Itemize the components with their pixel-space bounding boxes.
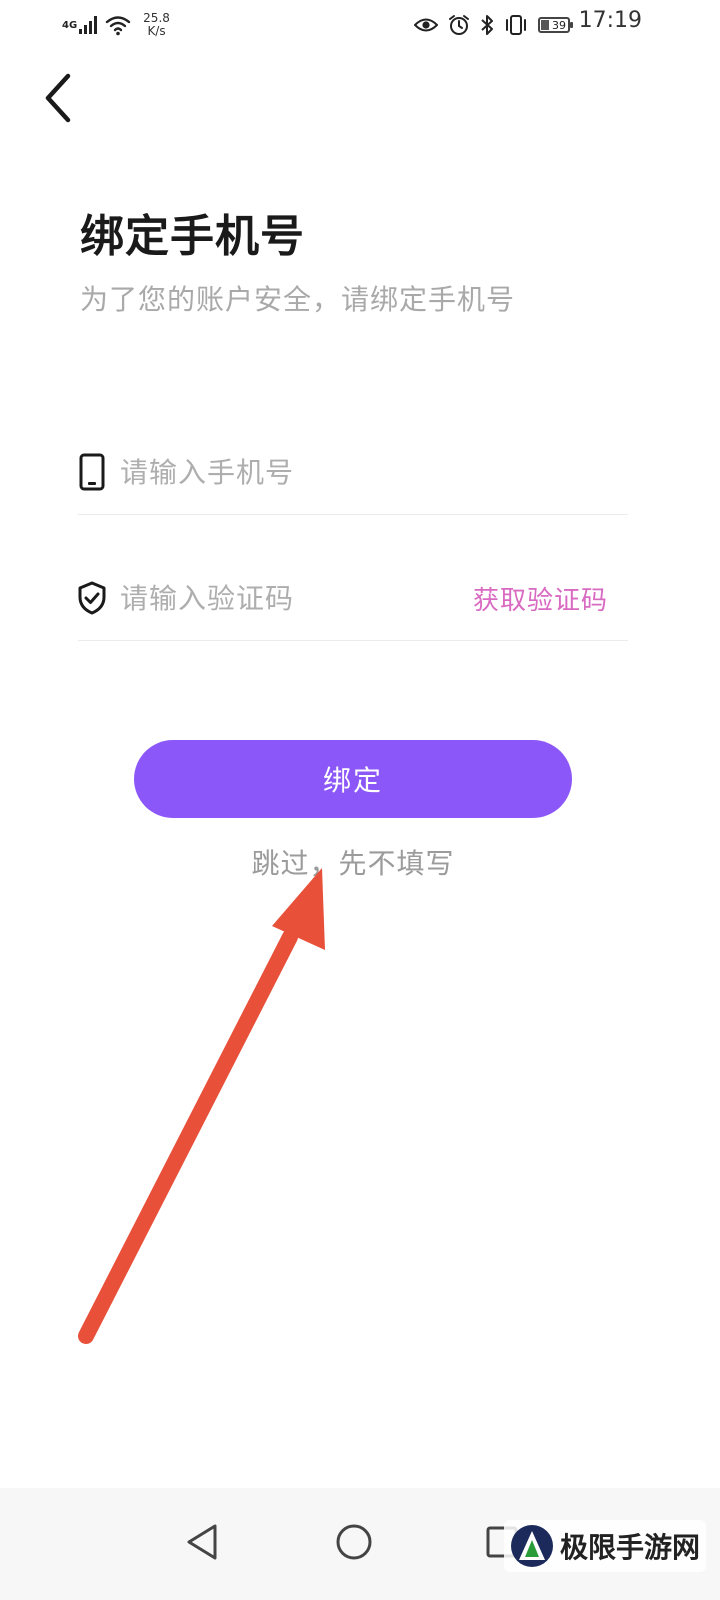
page-title: 绑定手机号 <box>80 211 305 262</box>
speed-unit: K/s <box>147 24 166 38</box>
status-bar: 4G 25.8 K/s 39 17:19 <box>0 0 720 48</box>
skip-link[interactable]: 跳过，先不填写 <box>0 842 706 882</box>
status-right: 39 <box>414 10 573 40</box>
home-circle-icon <box>336 1524 372 1560</box>
nav-home-button[interactable] <box>324 1512 384 1572</box>
wifi-icon <box>105 16 131 36</box>
network-speed: 25.8 K/s <box>143 12 170 38</box>
clock: 17:19 <box>578 8 642 33</box>
phone-icon <box>78 452 106 492</box>
code-input[interactable] <box>120 581 450 615</box>
alarm-icon <box>449 15 469 35</box>
page-subtitle: 为了您的账户安全，请绑定手机号 <box>80 283 516 316</box>
code-field-row: 获取验证码 <box>78 556 628 641</box>
back-button[interactable] <box>36 70 80 126</box>
watermark-logo-icon <box>510 1525 553 1567</box>
status-left: 4G 25.8 K/s <box>62 8 170 42</box>
nav-back-button[interactable] <box>172 1512 232 1572</box>
watermark-text: 极限手游网 <box>559 1531 700 1564</box>
shield-check-icon <box>78 578 106 618</box>
network-type: 4G <box>62 20 78 31</box>
phone-field-row <box>78 430 628 515</box>
battery-level: 39 <box>552 18 566 32</box>
bluetooth-icon <box>481 15 493 35</box>
watermark: 极限手游网 <box>503 1520 706 1572</box>
bind-button[interactable]: 绑定 <box>134 740 572 818</box>
chevron-left-icon <box>45 73 71 123</box>
eye-icon <box>414 18 438 32</box>
get-code-button[interactable]: 获取验证码 <box>473 580 608 617</box>
phone-input[interactable] <box>120 455 450 489</box>
battery-icon: 39 <box>538 17 573 33</box>
back-triangle-icon <box>187 1524 217 1560</box>
vibrate-icon <box>506 15 526 35</box>
signal-icon: 4G <box>62 16 98 34</box>
